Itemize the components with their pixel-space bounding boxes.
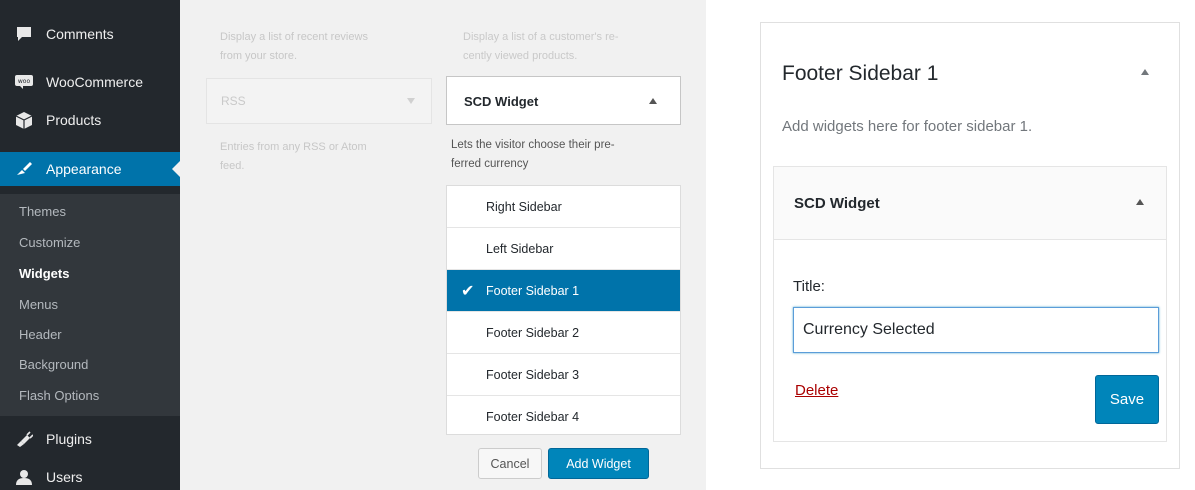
desc-line: Display a list of recent reviews bbox=[220, 31, 368, 43]
save-button[interactable]: Save bbox=[1095, 375, 1159, 424]
sidebar-option-left-sidebar[interactable]: Left Sidebar bbox=[447, 228, 680, 270]
chevron-up-icon[interactable] bbox=[649, 98, 657, 104]
footer-sidebar-description: Add widgets here for footer sidebar 1. bbox=[782, 118, 1033, 135]
sidebar-chooser: Right Sidebar Left Sidebar ✔ Footer Side… bbox=[446, 185, 681, 435]
desc-line: feed. bbox=[220, 160, 245, 172]
sidebar-option-footer-sidebar-3[interactable]: Footer Sidebar 3 bbox=[447, 354, 680, 396]
sidebar-option-right-sidebar[interactable]: Right Sidebar bbox=[447, 186, 680, 228]
scd-widget-description: Lets the visitor choose their pre- ferre… bbox=[451, 136, 676, 174]
desc-line: ferred currency bbox=[451, 158, 529, 170]
footer-sidebar-title[interactable]: Footer Sidebar 1 bbox=[782, 62, 938, 86]
woocommerce-icon: woo bbox=[14, 72, 34, 92]
menu-item-users[interactable]: Users bbox=[0, 460, 180, 490]
scd-widget-panel-header[interactable]: SCD Widget bbox=[774, 167, 1166, 240]
menu-item-appearance[interactable]: Appearance bbox=[0, 152, 180, 186]
recently-viewed-description: Display a list of a customer's re- centl… bbox=[463, 28, 619, 66]
menu-item-woocommerce[interactable]: woo WooCommerce bbox=[0, 65, 180, 99]
chevron-up-icon[interactable] bbox=[1141, 69, 1149, 75]
chevron-down-icon bbox=[407, 98, 415, 104]
desc-line: Entries from any RSS or Atom bbox=[220, 141, 367, 153]
submenu-item-flash-options[interactable]: Flash Options bbox=[19, 388, 99, 403]
comments-icon bbox=[14, 24, 34, 44]
chevron-up-icon[interactable] bbox=[1136, 199, 1144, 205]
users-icon bbox=[14, 467, 34, 487]
sidebar-option-label: Footer Sidebar 2 bbox=[486, 325, 580, 340]
widgets-screen: Comments woo WooCommerce Products Appear… bbox=[0, 0, 706, 490]
submenu-item-widgets[interactable]: Widgets bbox=[19, 266, 69, 281]
admin-menu: Comments woo WooCommerce Products Appear… bbox=[0, 0, 180, 490]
menu-label: Comments bbox=[46, 26, 114, 42]
submenu-item-themes[interactable]: Themes bbox=[19, 204, 66, 219]
title-field-label: Title: bbox=[793, 278, 825, 295]
submenu-item-background[interactable]: Background bbox=[19, 357, 88, 372]
menu-label: Plugins bbox=[46, 431, 92, 447]
desc-line: Lets the visitor choose their pre- bbox=[451, 139, 615, 151]
plugins-icon bbox=[14, 429, 34, 449]
scd-widget-panel: SCD Widget Title: Delete Save bbox=[773, 166, 1167, 442]
menu-label: Appearance bbox=[46, 161, 122, 177]
appearance-submenu: Themes Customize Widgets Menus Header Ba… bbox=[0, 194, 180, 416]
delete-link[interactable]: Delete bbox=[795, 382, 838, 399]
desc-line: Display a list of a customer's re- bbox=[463, 31, 619, 43]
svg-text:woo: woo bbox=[18, 78, 31, 85]
title-input[interactable] bbox=[793, 307, 1159, 353]
submenu-item-customize[interactable]: Customize bbox=[19, 235, 80, 250]
recent-reviews-description: Display a list of recent reviews from yo… bbox=[220, 28, 368, 66]
active-menu-arrow bbox=[172, 161, 180, 177]
rss-widget-title: RSS bbox=[221, 94, 246, 108]
add-widget-button[interactable]: Add Widget bbox=[548, 448, 649, 479]
menu-item-plugins[interactable]: Plugins bbox=[0, 422, 180, 456]
footer-sidebar-panel: Footer Sidebar 1 Add widgets here for fo… bbox=[760, 22, 1180, 469]
sidebar-option-label: Footer Sidebar 4 bbox=[486, 410, 580, 424]
desc-line: cently viewed products. bbox=[463, 50, 578, 62]
sidebar-option-footer-sidebar-4[interactable]: Footer Sidebar 4 bbox=[447, 396, 680, 438]
scd-widget-panel-title: SCD Widget bbox=[794, 195, 880, 212]
scd-widget-title: SCD Widget bbox=[464, 94, 539, 109]
sidebar-option-label: Footer Sidebar 1 bbox=[486, 283, 580, 298]
desc-line: from your store. bbox=[220, 50, 298, 62]
scd-widget-header[interactable]: SCD Widget bbox=[446, 76, 681, 125]
menu-item-comments[interactable]: Comments bbox=[0, 17, 180, 51]
rss-widget[interactable]: RSS bbox=[206, 78, 432, 124]
sidebar-option-label: Left Sidebar bbox=[486, 241, 554, 256]
submenu-item-header[interactable]: Header bbox=[19, 327, 62, 342]
submenu-item-menus[interactable]: Menus bbox=[19, 297, 58, 312]
appearance-icon bbox=[14, 159, 34, 179]
products-icon bbox=[14, 110, 34, 130]
sidebar-option-label: Right Sidebar bbox=[486, 199, 562, 214]
menu-label: WooCommerce bbox=[46, 74, 143, 90]
menu-item-products[interactable]: Products bbox=[0, 103, 180, 137]
menu-label: Users bbox=[46, 469, 83, 485]
cancel-button[interactable]: Cancel bbox=[478, 448, 542, 479]
menu-label: Products bbox=[46, 112, 102, 128]
sidebar-option-footer-sidebar-2[interactable]: Footer Sidebar 2 bbox=[447, 312, 680, 354]
sidebar-option-footer-sidebar-1[interactable]: ✔ Footer Sidebar 1 bbox=[447, 270, 680, 312]
sidebar-option-label: Footer Sidebar 3 bbox=[486, 367, 580, 382]
checkmark-icon: ✔ bbox=[461, 283, 475, 300]
rss-description: Entries from any RSS or Atom feed. bbox=[220, 138, 367, 176]
